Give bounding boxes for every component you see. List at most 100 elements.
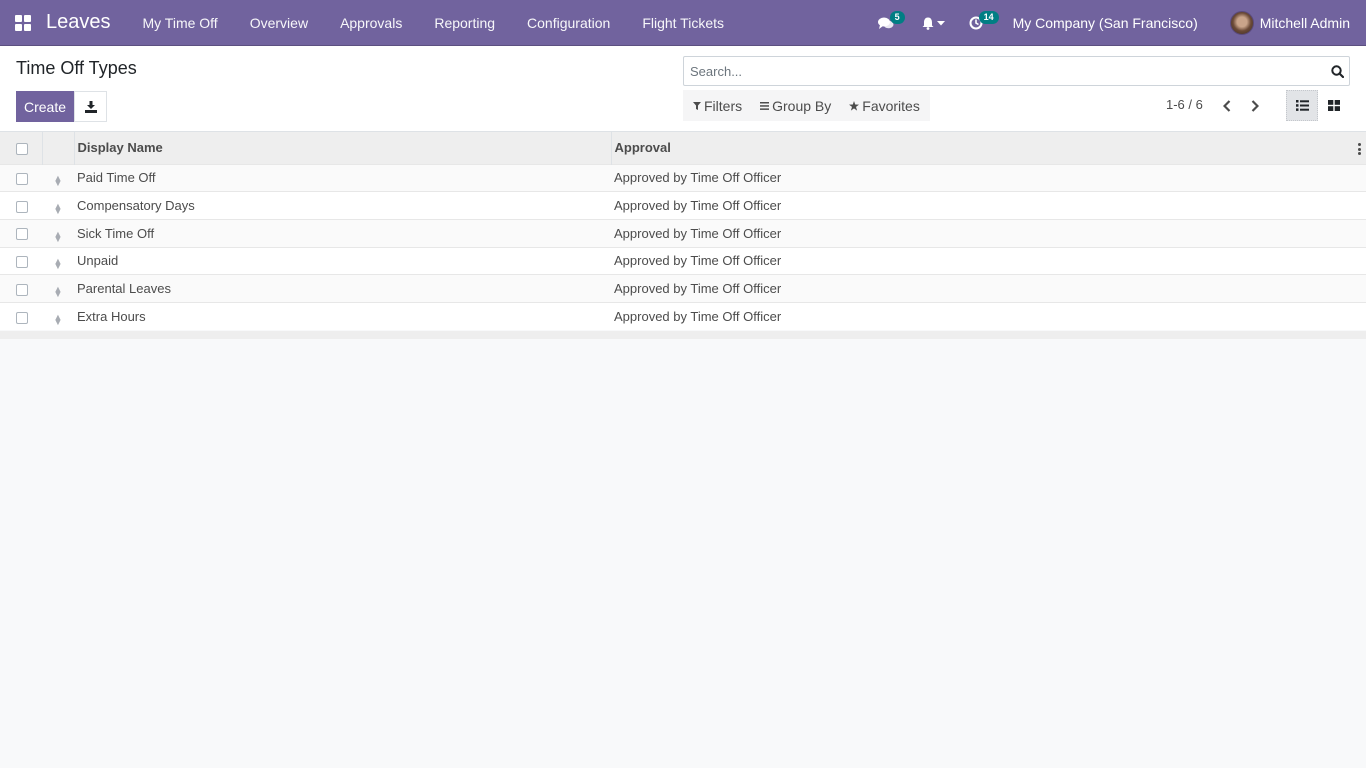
user-menu[interactable]: Mitchell Admin: [1218, 0, 1366, 46]
approval-cell[interactable]: Approved by Time Off Officer: [611, 247, 1366, 275]
menu-my-time-off[interactable]: My Time Off: [133, 0, 234, 45]
table-row[interactable]: ▲ ▼ Extra Hours Approved by Time Off Office…: [0, 302, 1366, 331]
row-handle-cell: ▲ ▼: [42, 219, 74, 247]
row-checkbox[interactable]: [16, 311, 28, 324]
filters-button[interactable]: Filters: [693, 98, 742, 114]
list-view-button[interactable]: [1286, 90, 1318, 121]
bell-icon: [922, 17, 934, 30]
display-name-cell[interactable]: Paid Time Off: [74, 164, 611, 192]
drag-handle-icon[interactable]: ▲ ▼: [54, 229, 63, 243]
group-by-button[interactable]: Group By: [760, 98, 831, 114]
chevron-left-icon: [1223, 100, 1231, 112]
time-off-types-table: Display Name Approval ▲ ▼ Paid Time Off App…: [0, 132, 1366, 331]
display-name-cell[interactable]: Compensatory Days: [74, 192, 611, 220]
row-handle-cell: ▲ ▼: [42, 302, 74, 330]
table-row[interactable]: ▲ ▼ Unpaid Approved by Time Off Officer: [0, 247, 1366, 275]
row-checkbox-cell: [0, 164, 42, 192]
handle-header: [42, 132, 75, 164]
menu-configuration[interactable]: Configuration: [511, 0, 626, 45]
user-name: Mitchell Admin: [1259, 15, 1350, 31]
main-menu: My Time Off Overview Approvals Reporting…: [133, 0, 741, 45]
search-input[interactable]: [684, 57, 1325, 85]
app-name[interactable]: Leaves: [46, 11, 111, 34]
drag-handle-icon[interactable]: ▲ ▼: [54, 313, 63, 327]
systray: 5 14 My Company (San Francisco) Mitchell…: [866, 0, 1366, 46]
filters-label: Filters: [704, 97, 743, 114]
table-body: ▲ ▼ Paid Time Off Approved by Time Off Offi…: [0, 164, 1366, 331]
drag-handle-icon[interactable]: ▲ ▼: [54, 257, 63, 271]
select-all-cell: [0, 132, 43, 164]
approval-cell[interactable]: Approved by Time Off Officer: [611, 219, 1366, 247]
display-name-cell[interactable]: Extra Hours: [74, 302, 611, 330]
menu-reporting[interactable]: Reporting: [418, 0, 511, 45]
row-checkbox-cell: [0, 247, 42, 275]
create-button[interactable]: Create: [16, 91, 74, 122]
download-icon: [84, 100, 97, 113]
approval-cell[interactable]: Approved by Time Off Officer: [611, 164, 1366, 192]
table-header-row: Display Name Approval: [0, 132, 1366, 164]
control-panel: Time Off Types Create Filters Group By F…: [0, 46, 1366, 132]
row-checkbox-cell: [0, 219, 42, 247]
pager-value[interactable]: 1-6 / 6: [1166, 97, 1203, 112]
search-icon[interactable]: [1325, 57, 1349, 85]
drag-handle-icon[interactable]: ▲ ▼: [54, 285, 63, 299]
row-checkbox[interactable]: [16, 200, 28, 213]
row-checkbox[interactable]: [16, 283, 28, 296]
caret-down-icon: [936, 20, 945, 25]
activities-menu[interactable]: 14: [957, 0, 999, 46]
row-checkbox[interactable]: [16, 172, 28, 185]
menu-overview[interactable]: Overview: [234, 0, 324, 45]
drag-handle-icon[interactable]: ▲ ▼: [54, 174, 63, 188]
group-by-label: Group By: [772, 97, 832, 114]
menu-approvals[interactable]: Approvals: [324, 0, 418, 45]
filter-icon: [693, 101, 701, 110]
select-all-checkbox[interactable]: [16, 142, 28, 155]
star-icon: [849, 100, 860, 111]
company-switcher[interactable]: My Company (San Francisco): [995, 0, 1218, 46]
optional-columns-toggle[interactable]: [1356, 143, 1362, 155]
row-handle-cell: ▲ ▼: [42, 164, 74, 192]
row-handle-cell: ▲ ▼: [42, 247, 74, 275]
row-handle-cell: ▲ ▼: [42, 192, 74, 220]
approval-cell[interactable]: Approved by Time Off Officer: [611, 302, 1366, 330]
messaging-menu[interactable]: 5: [866, 0, 906, 46]
approval-cell[interactable]: Approved by Time Off Officer: [611, 275, 1366, 303]
favorites-button[interactable]: Favorites: [849, 98, 920, 114]
search-options-bar: Filters Group By Favorites: [683, 90, 930, 121]
list-icon: [1295, 100, 1309, 111]
apps-grid-icon: [15, 14, 31, 31]
messages-count-badge: 5: [889, 11, 905, 24]
table-row[interactable]: ▲ ▼ Parental Leaves Approved by Time Off Of…: [0, 274, 1366, 303]
user-avatar: [1229, 11, 1254, 35]
favorites-label: Favorites: [862, 97, 920, 114]
menu-flight-tickets[interactable]: Flight Tickets: [626, 0, 740, 45]
pager-previous-button[interactable]: [1219, 97, 1235, 115]
table-footer: [0, 331, 1366, 339]
bars-icon: [760, 101, 770, 110]
row-checkbox[interactable]: [16, 228, 28, 241]
chevron-right-icon: [1251, 100, 1259, 112]
table-row[interactable]: ▲ ▼ Compensatory Days Approved by Time Off …: [0, 191, 1366, 220]
search-bar: [683, 56, 1350, 86]
th-large-icon: [1328, 100, 1340, 111]
row-checkbox[interactable]: [16, 255, 28, 268]
display-name-cell[interactable]: Parental Leaves: [74, 275, 611, 303]
approval-cell[interactable]: Approved by Time Off Officer: [611, 192, 1366, 220]
display-name-cell[interactable]: Sick Time Off: [74, 219, 611, 247]
table-row[interactable]: ▲ ▼ Paid Time Off Approved by Time Off Offi…: [0, 164, 1366, 192]
apps-menu-button[interactable]: [0, 0, 46, 46]
table-row[interactable]: ▲ ▼ Sick Time Off Approved by Time Off Offi…: [0, 219, 1366, 248]
export-button[interactable]: [74, 91, 107, 122]
pager-next-button[interactable]: [1247, 97, 1263, 115]
row-checkbox-cell: [0, 275, 42, 303]
row-handle-cell: ▲ ▼: [42, 275, 74, 303]
column-header-display-name[interactable]: Display Name: [74, 132, 612, 164]
column-header-approval[interactable]: Approval: [611, 132, 1366, 164]
display-name-cell[interactable]: Unpaid: [74, 247, 611, 275]
notifications-menu[interactable]: [906, 0, 957, 46]
row-checkbox-cell: [0, 192, 42, 220]
kanban-view-button[interactable]: [1318, 90, 1350, 121]
top-navbar: Leaves My Time Off Overview Approvals Re…: [0, 0, 1366, 46]
row-checkbox-cell: [0, 302, 42, 330]
drag-handle-icon[interactable]: ▲ ▼: [54, 202, 63, 216]
